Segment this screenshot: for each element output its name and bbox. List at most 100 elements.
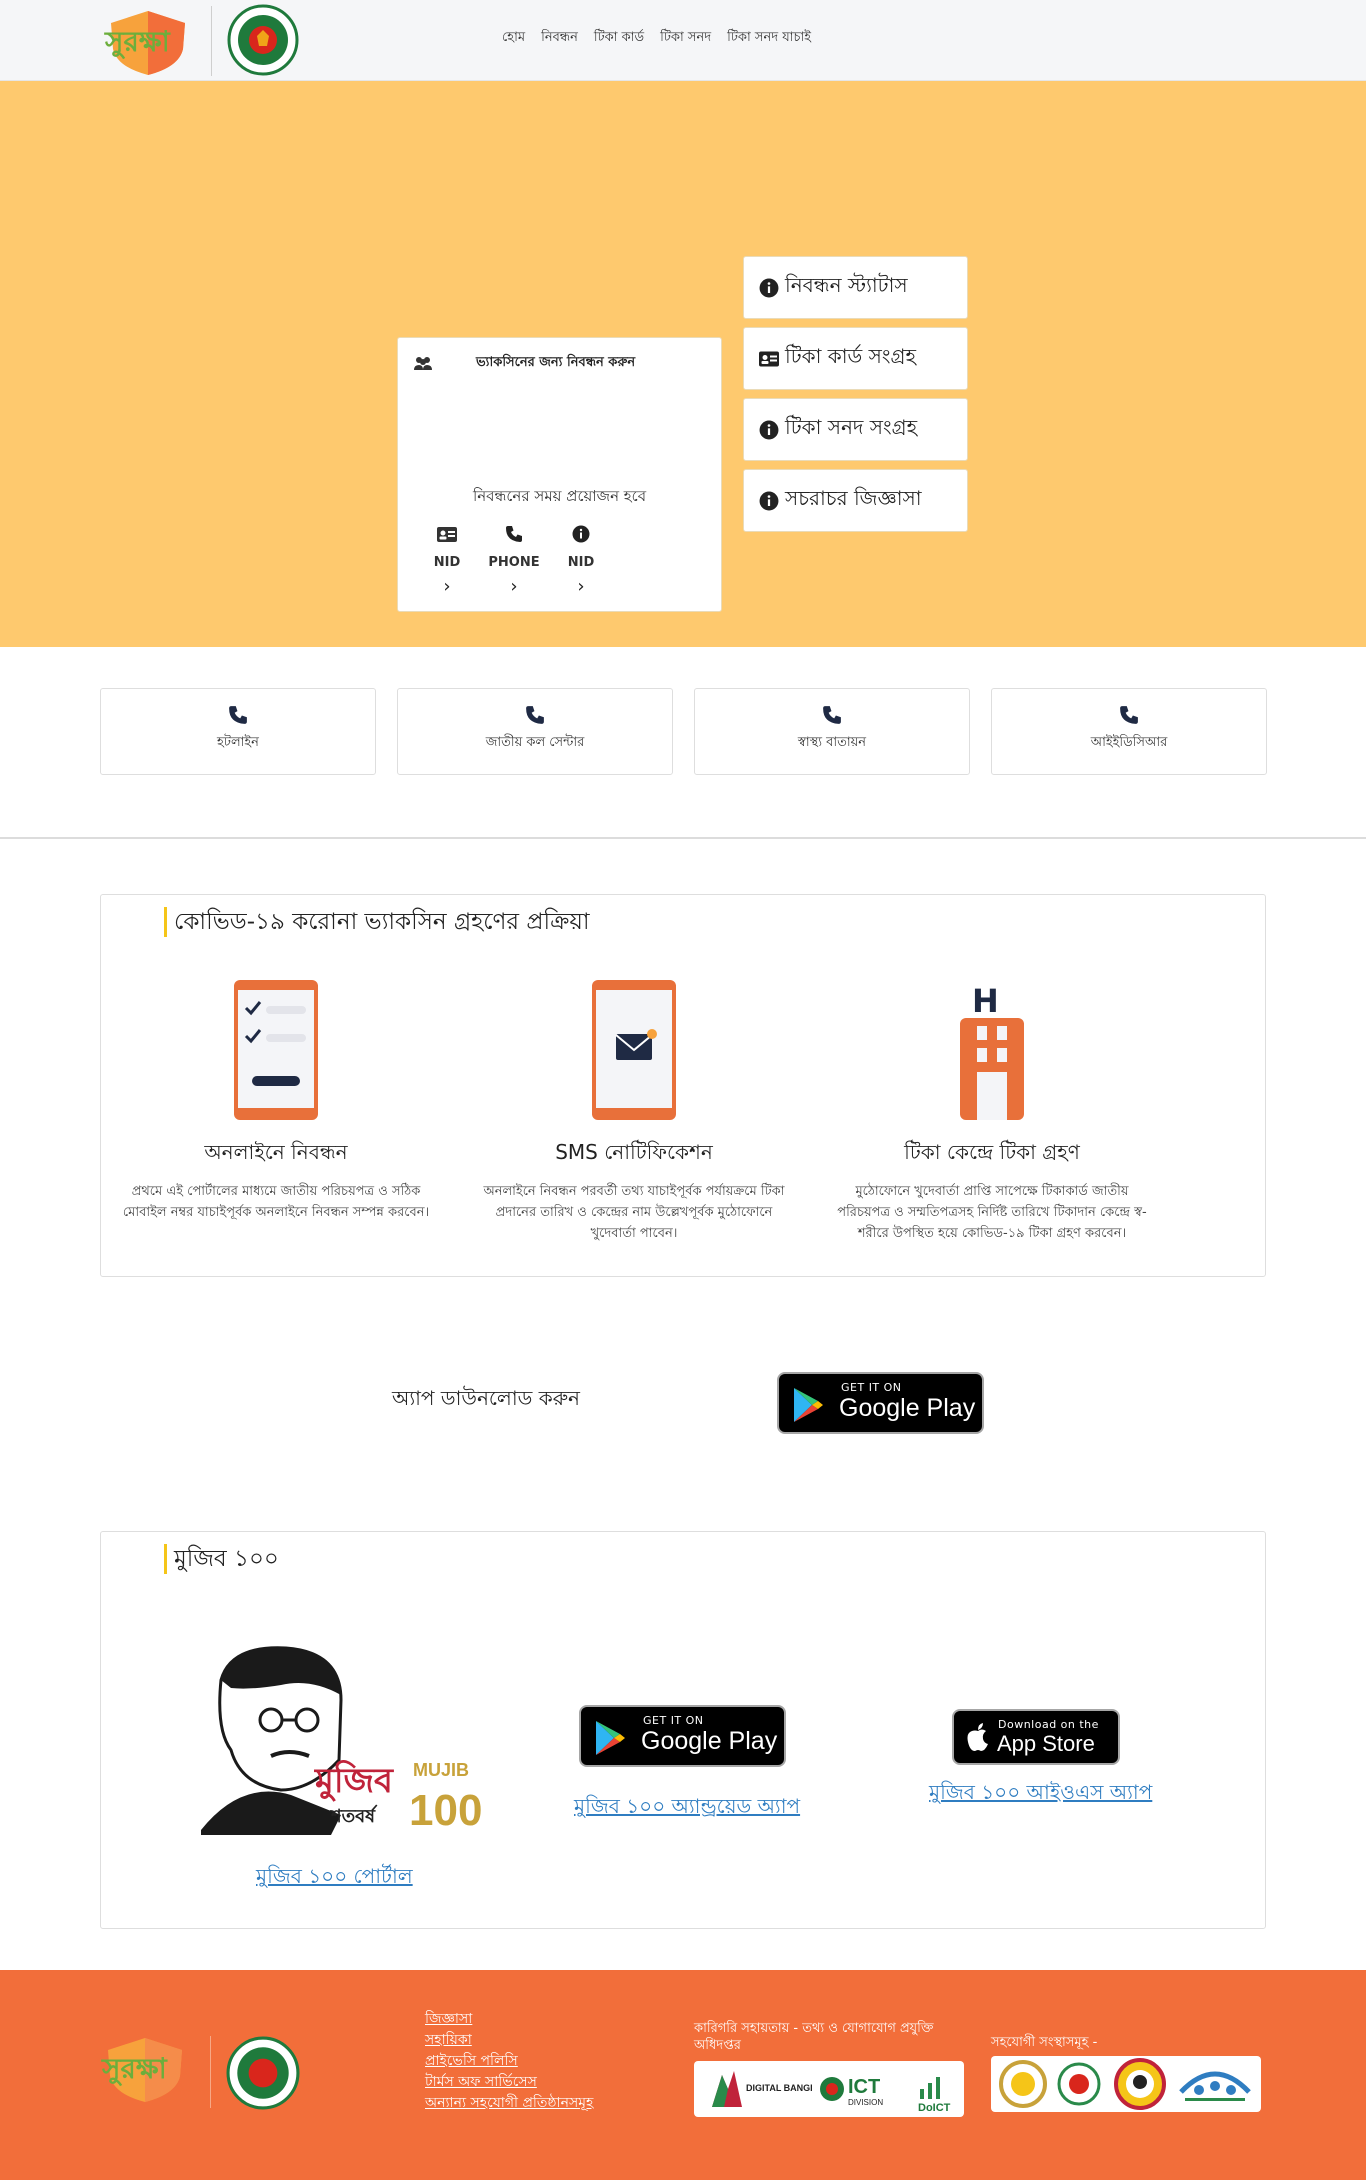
registration-phone-icon <box>234 980 318 1120</box>
registration-needed-label: নিবন্ধনের সময় প্রয়োজন হবে <box>472 487 647 505</box>
site-header: সুরক্ষা হোম নিবন্ধন টিকা কার্ড টিকা সনদ … <box>0 0 1366 81</box>
surokkha-logo[interactable]: সুরক্ষা <box>100 2034 190 2104</box>
nav-certificate-verify[interactable]: টিকা সনদ যাচাই <box>727 28 811 49</box>
google-play-badge[interactable]: GET IT ON Google Play <box>777 1372 984 1434</box>
hotline-label: জাতীয় কল সেন্টার <box>485 735 585 750</box>
button-label: টিকা সনদ সংগ্রহ <box>785 415 918 439</box>
section-title: কোভিড-১৯ করোনা ভ্যাকসিন গ্রহণের প্রক্রিয… <box>164 907 590 937</box>
google-play-icon <box>596 1721 625 1755</box>
tech-partner-logos: DIGITAL BANGLADESH ICT DIVISION DoICT <box>694 2061 964 2117</box>
hospital-icon: H <box>960 982 1024 1120</box>
phone-icon <box>398 705 672 725</box>
mujib-google-play-badge[interactable]: GET IT ON Google Play <box>579 1705 786 1767</box>
mujib-portal-link[interactable]: মুজিব ১০০ পোর্টাল <box>256 1862 413 1895</box>
phone-icon <box>101 705 375 725</box>
chevron-right-icon: › <box>577 576 585 597</box>
chevron-right-icon: › <box>443 576 451 597</box>
step-description: মুঠোফোনে খুদেবার্তা প্রাপ্তি সাপেক্ষে টি… <box>837 1184 1147 1241</box>
hero-section: ভ্যাকসিনের জন্য নিবন্ধন করুন নিবন্ধনের স… <box>0 81 1366 647</box>
hotline-label: আইইডিসিআর <box>1090 735 1168 750</box>
footer-link-terms[interactable]: টার্মস অফ সার্ভিসেস <box>425 2073 593 2091</box>
step-title: অনলাইনে নিবন্ধন <box>204 1140 348 1164</box>
hotline-card[interactable]: হটলাইন <box>100 688 376 775</box>
main-nav: হোম নিবন্ধন টিকা কার্ড টিকা সনদ টিকা সনদ… <box>502 28 811 49</box>
process-step-sms-notification: SMS নোটিফিকেশন অনলাইনে নিবন্ধন পরবর্তী ত… <box>459 980 809 1244</box>
iedcr-card[interactable]: আইইডিসিআর <box>991 688 1267 775</box>
faq-button[interactable]: সচরাচর জিজ্ঞাসা <box>743 469 968 532</box>
nav-home[interactable]: হোম <box>502 28 525 49</box>
section-title: মুজিব ১০০ <box>164 1544 279 1574</box>
svg-text:সুরক্ষা: সুরক্ষা <box>104 25 171 59</box>
doict-logo: DoICT <box>918 2077 951 2113</box>
vaccine-card-button[interactable]: টিকা কার্ড সংগ্রহ <box>743 327 968 390</box>
vaccine-certificate-button[interactable]: টিকা সনদ সংগ্রহ <box>743 398 968 461</box>
step-title: টিকা কেন্দ্রে টিকা গ্রহণ <box>904 1140 1080 1164</box>
mujib-100-section: মুজিব ১০০ মুজিব শতবর্ষ MUJIB 100 মুজিব ১… <box>100 1531 1266 1929</box>
footer-link-partners[interactable]: অন্যান্য সহযোগী প্রতিষ্ঠানসমূহ <box>425 2094 593 2112</box>
register-with-nid-info[interactable]: NID › <box>554 523 608 596</box>
chevron-right-icon: › <box>510 576 518 597</box>
step-title: SMS নোটিফিকেশন <box>555 1140 713 1164</box>
svg-text:ICT: ICT <box>848 2076 880 2098</box>
ict-division-logo: ICT DIVISION <box>820 2076 883 2107</box>
process-step-vaccination-center: H টিকা কেন্দ্রে টিকা গ্রহণ মুঠোফোনে খুদে… <box>817 980 1167 1244</box>
svg-text:100: 100 <box>409 1786 481 1835</box>
info-icon <box>759 420 779 440</box>
surokkha-logo[interactable]: সুরক্ষা <box>103 7 193 77</box>
google-play-icon <box>794 1388 823 1422</box>
badge-small-text: GET IT ON <box>643 1714 704 1727</box>
users-icon <box>414 357 432 370</box>
bangladesh-gov-logo[interactable] <box>227 4 299 76</box>
id-card-icon <box>437 523 457 545</box>
footer-link-help[interactable]: সহায়িকা <box>425 2031 593 2049</box>
bangladesh-gov-logo[interactable] <box>226 2036 300 2110</box>
hotline-label: স্বাস্থ্য বাতায়ন <box>797 735 867 750</box>
section-divider <box>0 837 1366 839</box>
digital-bangladesh-logo: DIGITAL BANGLADESH <box>712 2071 812 2107</box>
registration-options: NID › PHONE › NID › <box>420 523 608 596</box>
sms-phone-icon <box>592 980 676 1120</box>
option-label: NID <box>433 555 461 570</box>
hotline-label: হটলাইন <box>217 735 259 750</box>
step-description: প্রথমে এই পোর্টালের মাধ্যমে জাতীয় পরিচয… <box>122 1184 430 1220</box>
option-label: PHONE <box>488 555 540 570</box>
tech-support-label: কারিগরি সহায়তায় - তথ্য ও যোগাযোগ প্রযু… <box>694 2021 934 2053</box>
partner-logo-4 <box>1179 2071 1251 2101</box>
health-portal-card[interactable]: স্বাস্থ্য বাতায়ন <box>694 688 970 775</box>
id-card-icon <box>759 349 779 369</box>
badge-small-text: GET IT ON <box>841 1381 902 1394</box>
nav-certificate[interactable]: টিকা সনদ <box>660 28 711 49</box>
registration-card[interactable]: ভ্যাকসিনের জন্য নিবন্ধন করুন নিবন্ধনের স… <box>397 337 722 612</box>
svg-text:H: H <box>972 982 999 1020</box>
badge-small-text: Download on the <box>998 1718 1099 1731</box>
nav-registration[interactable]: নিবন্ধন <box>541 28 578 49</box>
svg-text:DoICT: DoICT <box>918 2102 951 2113</box>
mujib-ios-app-link[interactable]: মুজিব ১০০ আইওএস অ্যাপ <box>929 1778 1152 1811</box>
svg-text:DIGITAL BANGLADESH: DIGITAL BANGLADESH <box>746 2083 812 2093</box>
partner-logo-1 <box>999 2060 1047 2108</box>
logo-divider <box>211 6 212 76</box>
nav-vaccine-card[interactable]: টিকা কার্ড <box>594 28 644 49</box>
option-label: NID <box>567 555 595 570</box>
footer-link-privacy[interactable]: প্রাইভেসি পলিসি <box>425 2052 593 2070</box>
apple-icon <box>967 1723 988 1751</box>
badge-big-text: Google Play <box>839 1394 976 1422</box>
button-label: টিকা কার্ড সংগ্রহ <box>785 344 916 368</box>
register-with-nid[interactable]: NID › <box>420 523 474 596</box>
svg-text:DIVISION: DIVISION <box>848 2098 883 2107</box>
national-call-center-card[interactable]: জাতীয় কল সেন্টার <box>397 688 673 775</box>
vaccination-process-section: কোভিড-১৯ করোনা ভ্যাকসিন গ্রহণের প্রক্রিয… <box>100 894 1266 1277</box>
footer-link-faq[interactable]: জিজ্ঞাসা <box>425 2010 593 2028</box>
info-icon <box>759 491 779 511</box>
partners-label: সহযোগী সংস্থাসমূহ - <box>991 2035 1098 2050</box>
phone-icon <box>695 705 969 725</box>
mujib-app-store-badge[interactable]: Download on the App Store <box>952 1709 1120 1765</box>
button-label: নিবন্ধন স্ট্যাটাস <box>785 273 908 297</box>
svg-text:শতবর্ষ: শতবর্ষ <box>329 1804 378 1827</box>
button-label: সচরাচর জিজ্ঞাসা <box>785 486 922 510</box>
mujib-android-app-link[interactable]: মুজিব ১০০ অ্যান্ড্রয়েড অ্যাপ <box>574 1792 800 1825</box>
partner-logos <box>991 2056 1261 2112</box>
registration-status-button[interactable]: নিবন্ধন স্ট্যাটাস <box>743 256 968 319</box>
mujib-100-logo[interactable]: মুজিব শতবর্ষ MUJIB 100 <box>191 1640 481 1840</box>
register-with-phone[interactable]: PHONE › <box>487 523 541 596</box>
